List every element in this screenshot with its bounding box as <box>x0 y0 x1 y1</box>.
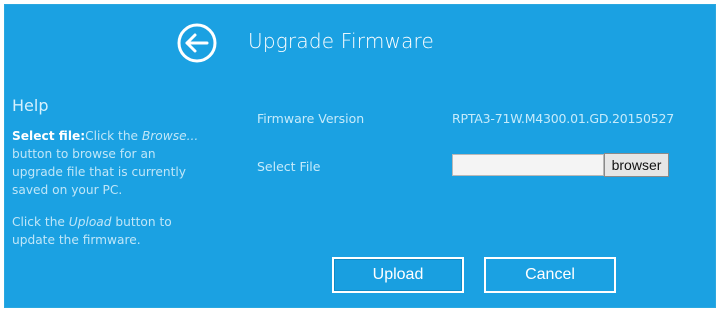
cancel-button[interactable]: Cancel <box>484 257 616 293</box>
help-browse-word: Browse... <box>141 129 199 143</box>
help-select-file-heading: Select file: <box>12 129 86 143</box>
upload-button[interactable]: Upload <box>332 257 464 293</box>
help-select-file-text: Select file:Click the Browse... button t… <box>12 127 208 199</box>
firmware-panel: Upgrade Firmware Help Select file:Click … <box>4 4 716 308</box>
help-title: Help <box>12 96 49 115</box>
help-upload-text: Click the Upload button to update the fi… <box>12 213 208 249</box>
help-upload-word: Upload <box>68 215 112 229</box>
firmware-version-label: Firmware Version <box>257 111 365 126</box>
back-arrow-circle-icon <box>177 23 217 63</box>
firmware-version-value: RPTA3-71W.M4300.01.GD.20150527 <box>452 111 675 126</box>
file-path-input[interactable] <box>452 154 604 176</box>
help-text-fragment: button to browse for an upgrade file tha… <box>12 147 187 197</box>
select-file-label: Select File <box>257 159 321 174</box>
browse-button[interactable]: browser <box>604 153 669 177</box>
help-text-fragment: Click the <box>12 215 69 229</box>
page-title: Upgrade Firmware <box>248 29 435 53</box>
back-button[interactable] <box>175 21 219 65</box>
help-section: Help Select file:Click the Browse... but… <box>12 97 208 263</box>
help-text-fragment: Click the <box>85 129 142 143</box>
